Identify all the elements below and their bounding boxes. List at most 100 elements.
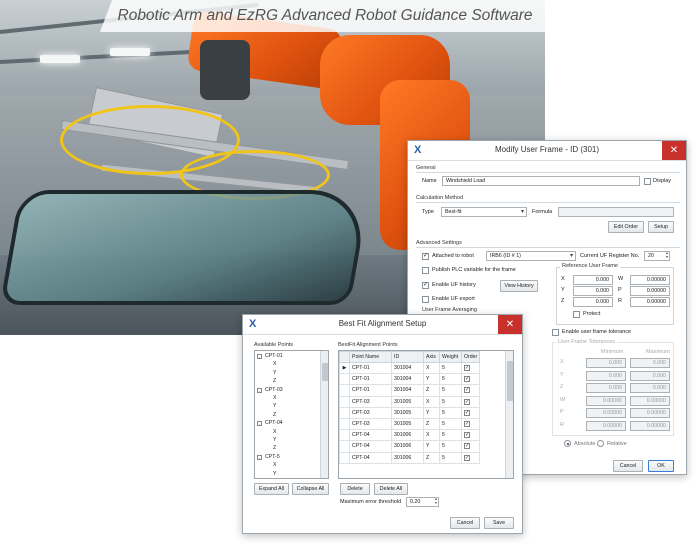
table-row[interactable]: CPT-04 301006 Y 5 ✓ xyxy=(339,440,481,453)
ref-value-input[interactable]: 0.000 xyxy=(573,297,613,307)
setup-button[interactable]: Setup xyxy=(648,221,674,233)
max-error-label: Maximum error threshold xyxy=(340,499,402,505)
tree-axis-item[interactable]: Y xyxy=(273,403,276,409)
protect-checkbox[interactable] xyxy=(573,311,580,318)
order-checkbox[interactable]: ✓ xyxy=(464,454,470,461)
order-checkbox[interactable]: ✓ xyxy=(464,365,470,372)
delete-button[interactable]: Delete xyxy=(340,483,370,495)
frame-ok-button[interactable]: OK xyxy=(648,460,674,472)
frame-cancel-button[interactable]: Cancel xyxy=(613,460,643,472)
order-checkbox[interactable]: ✓ xyxy=(464,376,470,383)
column-header[interactable]: Weight xyxy=(439,351,462,363)
weight-cell: 5 xyxy=(439,395,462,408)
table-row[interactable]: CPT-03 301005 Y 5 ✓ xyxy=(339,406,481,419)
attached-checkbox[interactable]: ✓ xyxy=(422,253,429,260)
tree-axis-item[interactable]: X xyxy=(273,462,276,468)
advanced-settings-label: Advanced Settings xyxy=(416,240,462,246)
tree-axis-item[interactable]: Y xyxy=(273,370,276,376)
tolerance-axis-label: W xyxy=(560,396,566,403)
tolerance-min-input: 0.00000 xyxy=(586,408,626,418)
table-row[interactable]: CPT-01 301004 Z 5 ✓ xyxy=(339,384,481,397)
ref-value-input[interactable]: 0.00000 xyxy=(630,275,670,285)
scroll-thumb[interactable] xyxy=(322,363,328,381)
tolerance-checkbox[interactable] xyxy=(552,329,559,336)
tree-axis-item[interactable]: Z xyxy=(273,378,276,384)
delete-all-button[interactable]: Delete All xyxy=(374,483,408,495)
column-header[interactable]: ID xyxy=(391,351,424,363)
tree-axis-item[interactable]: X xyxy=(273,429,276,435)
uf-history-checkbox[interactable]: ✓ xyxy=(422,282,429,289)
ref-value-input[interactable]: 0.000 xyxy=(573,275,613,285)
table-header-row: Point Name ID Axis Weight Order xyxy=(339,351,481,363)
tree-axis-item[interactable]: Z xyxy=(273,445,276,451)
robot-select[interactable]: IRB6 (ID # 1) xyxy=(486,251,576,261)
tree-point-item[interactable]: CPT-04 xyxy=(265,420,283,426)
weight-cell: 5 xyxy=(439,451,462,464)
view-history-button[interactable]: View History xyxy=(500,280,538,292)
ref-value-input[interactable]: 0.00000 xyxy=(630,297,670,307)
row-pointer-icon xyxy=(339,429,350,442)
register-stepper[interactable]: 20 xyxy=(644,251,670,261)
tree-axis-item[interactable]: X xyxy=(273,395,276,401)
axis-cell: X xyxy=(423,429,440,442)
table-row[interactable]: CPT-04 301006 X 5 ✓ xyxy=(339,429,481,442)
tree-collapse-icon[interactable]: - xyxy=(257,387,262,393)
absolute-radio[interactable] xyxy=(564,440,571,447)
window-title: Modify User Frame - ID (301) xyxy=(494,145,600,154)
name-label: Name xyxy=(422,178,437,184)
relative-radio[interactable] xyxy=(597,440,604,447)
display-checkbox[interactable] xyxy=(644,178,651,185)
ref-value-input[interactable]: 0.000 xyxy=(573,286,613,296)
collapse-all-button[interactable]: Collapse All xyxy=(292,483,329,495)
column-header[interactable]: Order xyxy=(460,351,481,363)
uf-export-checkbox[interactable] xyxy=(422,296,429,303)
bestfit-cancel-button[interactable]: Cancel xyxy=(450,517,480,529)
expand-all-button[interactable]: Expand All xyxy=(254,483,289,495)
tree-point-item[interactable]: CPT-5 xyxy=(265,454,280,460)
scroll-thumb[interactable] xyxy=(507,361,513,401)
order-checkbox[interactable]: ✓ xyxy=(464,387,470,394)
table-row[interactable]: CPT-01 301004 Y 5 ✓ xyxy=(339,373,481,386)
order-checkbox[interactable]: ✓ xyxy=(464,398,470,405)
name-input[interactable]: Windshield Load xyxy=(442,176,640,186)
ref-value-input[interactable]: 0.00000 xyxy=(630,286,670,296)
type-select[interactable]: Best-fit xyxy=(441,207,527,217)
column-header[interactable]: Point Name xyxy=(349,351,392,363)
calc-method-label: Calculation Method xyxy=(416,195,464,201)
tree-axis-item[interactable]: Z xyxy=(273,412,276,418)
tree-point-item[interactable]: CPT-01 xyxy=(265,353,283,359)
tree-scrollbar[interactable] xyxy=(320,351,328,478)
tree-collapse-icon[interactable]: - xyxy=(257,421,262,427)
point-name-cell: CPT-01 xyxy=(349,384,392,397)
bestfit-save-button[interactable]: Save xyxy=(484,517,514,529)
order-checkbox[interactable]: ✓ xyxy=(464,421,470,428)
tree-collapse-icon[interactable]: - xyxy=(257,454,262,460)
tree-collapse-icon[interactable]: - xyxy=(257,354,262,359)
tolerance-max-input: 0.000 xyxy=(630,358,670,368)
edit-order-button[interactable]: Edit Order xyxy=(608,221,644,233)
caption-banner: Robotic Arm and EzRG Advanced Robot Guid… xyxy=(100,0,545,32)
close-icon[interactable]: ✕ xyxy=(498,315,522,334)
publish-plc-checkbox[interactable] xyxy=(422,267,429,274)
order-checkbox[interactable]: ✓ xyxy=(464,443,470,450)
relative-label: Relative xyxy=(607,441,627,447)
column-header[interactable]: Axis xyxy=(423,351,440,363)
tree-axis-item[interactable]: Y xyxy=(273,471,276,477)
close-icon[interactable]: ✕ xyxy=(662,141,686,160)
available-points-tree[interactable]: - CPT-01 X Y Z - CPT-03 X Y Z - CPT-04 X Y Z - CPT-5 X Y xyxy=(254,350,329,479)
tree-axis-item[interactable]: X xyxy=(273,361,276,367)
table-row[interactable]: CPT-04 301006 Z 5 ✓ xyxy=(339,451,481,464)
table-row[interactable]: ▶ CPT-01 301004 X 5 ✓ xyxy=(339,361,481,375)
max-error-stepper[interactable]: 0.20 xyxy=(406,497,439,507)
alignment-points-table[interactable]: Point Name ID Axis Weight Order ▶ CPT-01 30100… xyxy=(338,350,514,479)
order-checkbox[interactable]: ✓ xyxy=(464,409,470,416)
available-points-label: Available Points xyxy=(254,342,294,348)
table-row[interactable]: CPT-03 301005 Z 5 ✓ xyxy=(339,417,481,431)
order-checkbox[interactable]: ✓ xyxy=(464,432,470,439)
table-scrollbar[interactable] xyxy=(505,351,513,478)
title-bar: X Modify User Frame - ID (301) ✕ xyxy=(408,141,686,161)
tree-axis-item[interactable]: Y xyxy=(273,437,276,443)
table-row[interactable]: CPT-03 301005 X 5 ✓ xyxy=(339,395,481,408)
tolerance-axis-label: P xyxy=(560,409,564,415)
tree-point-item[interactable]: CPT-03 xyxy=(265,387,283,393)
